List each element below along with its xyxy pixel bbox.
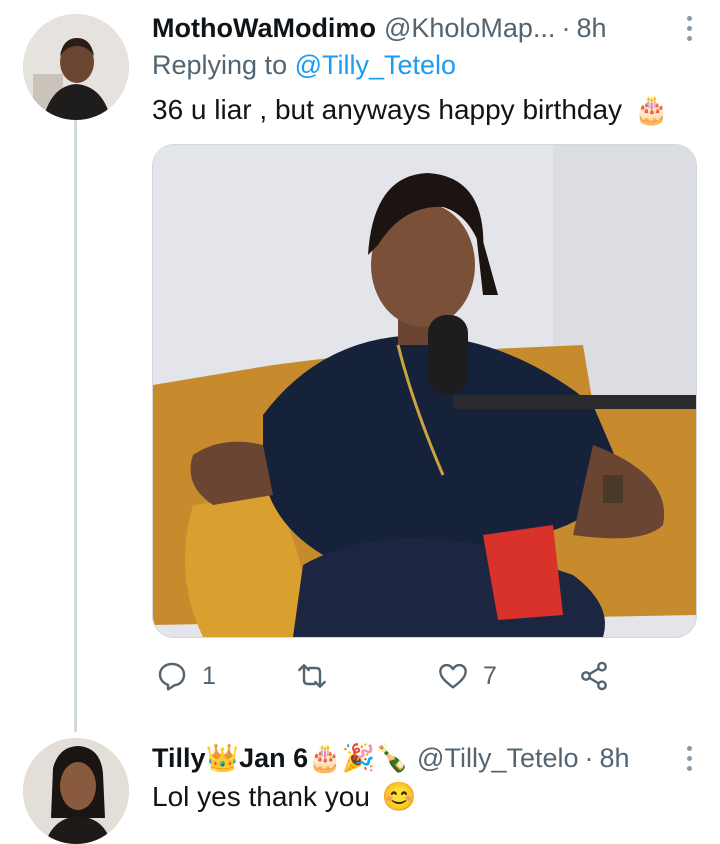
birthday-cake-emoji: 🎂: [634, 94, 669, 125]
separator-dot: ·: [561, 12, 571, 43]
display-name[interactable]: MothoWaModimo: [152, 13, 376, 44]
tweet-text: Lol yes thank you 😊: [152, 780, 700, 813]
timestamp[interactable]: 8h: [600, 743, 630, 774]
like-button[interactable]: 7: [437, 660, 497, 692]
like-count: 7: [483, 661, 497, 690]
timestamp[interactable]: 8h: [576, 13, 606, 44]
more-options-icon[interactable]: [679, 745, 700, 771]
heart-icon: [439, 663, 467, 689]
reply-tweet[interactable]: MothoWaModimo @KholoMap... · 8h Replying…: [152, 8, 700, 126]
tweet-text: 36 u liar , but anyways happy birthday 🎂: [152, 93, 700, 126]
author-reply-tweet[interactable]: Tilly👑Jan 6🎂🎉🍾 @Tilly_Tetelo · 8h Lol ye…: [152, 738, 700, 813]
tweet-header: Tilly👑Jan 6🎂🎉🍾 @Tilly_Tetelo · 8h: [152, 738, 700, 778]
tweet-header: MothoWaModimo @KholoMap... · 8h: [152, 8, 700, 48]
avatar-photo-icon: [23, 738, 129, 844]
retweet-button[interactable]: [296, 660, 342, 692]
replying-to: Replying to @Tilly_Tetelo: [152, 50, 700, 81]
avatar[interactable]: [23, 14, 129, 120]
username-handle[interactable]: @Tilly_Tetelo: [417, 743, 578, 774]
retweet-icon: [298, 664, 326, 688]
avatar[interactable]: [23, 738, 129, 844]
reply-icon: [158, 662, 186, 691]
tweet-actions: 1 7: [152, 660, 622, 700]
smiling-face-emoji: 😊: [381, 781, 417, 812]
display-name[interactable]: Tilly👑Jan 6🎂🎉🍾: [152, 742, 409, 774]
separator-dot: ·: [584, 742, 594, 773]
avatar-photo-icon: [23, 14, 129, 120]
tweet-body: 36 u liar , but anyways happy birthday: [152, 93, 623, 125]
mention-link[interactable]: @Tilly_Tetelo: [295, 50, 456, 80]
username-handle[interactable]: @KholoMap...: [384, 13, 556, 44]
tweet-image[interactable]: [152, 144, 697, 638]
reply-count: 1: [202, 661, 216, 690]
more-options-icon[interactable]: [679, 15, 700, 41]
photo-man-with-microphone-icon: [153, 145, 696, 637]
share-icon: [581, 661, 607, 691]
thread-connector-line: [74, 120, 77, 732]
replying-to-label: Replying to: [152, 50, 288, 80]
tweet-body: Lol yes thank you: [152, 780, 370, 812]
reply-button[interactable]: 1: [156, 660, 216, 692]
share-button[interactable]: [578, 660, 610, 692]
